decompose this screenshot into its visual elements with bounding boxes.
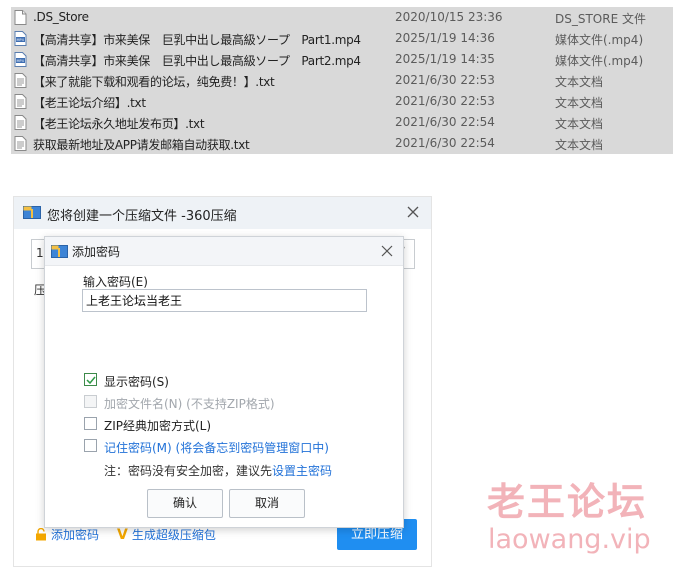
encrypt-filenames-checkbox [84, 395, 97, 408]
v-badge-icon: V [117, 527, 128, 543]
lock-icon [36, 528, 46, 541]
text-file-icon [14, 115, 27, 130]
password-input[interactable] [82, 289, 367, 312]
password-input-label: 输入密码(E) [83, 275, 148, 289]
check-icon [86, 376, 96, 385]
file-name: 【老王论坛永久地址发布页】.txt [33, 117, 205, 131]
remember-password-label: 记住密码(M) (将会备忘到密码管理窗口中) [104, 441, 329, 455]
file-name: 【高清共享】市来美保 巨乳中出し最高級ソープ Part2.mp4 [33, 54, 361, 68]
file-type: 媒体文件(.mp4) [555, 33, 644, 47]
file-date: 2021/6/30 22:53 [395, 73, 495, 87]
file-row-txt-app[interactable]: 获取最新地址及APP请发邮箱自动获取.txt 2021/6/30 22:54 文… [11, 133, 673, 154]
add-password-dialog: 添加密码 输入密码(E) 显示密码(S) 加密文件名(N) (不支持ZIP格式)… [44, 236, 404, 528]
svg-text:MP4: MP4 [17, 38, 25, 42]
file-name: 【老王论坛介绍】.txt [33, 96, 146, 110]
file-name: 【来了就能下载和观看的论坛，纯免费！】.txt [33, 75, 275, 89]
close-icon[interactable] [380, 244, 394, 258]
archive-path-value: 1 [36, 246, 44, 260]
file-name: .DS_Store [33, 10, 89, 24]
close-icon[interactable] [405, 204, 421, 220]
zip-classic-label: ZIP经典加密方式(L) [104, 419, 212, 433]
compress-dialog-title: 您将创建一个压缩文件 -360压缩 [47, 209, 237, 224]
file-date: 2025/1/19 14:35 [395, 52, 495, 66]
mp4-file-icon: MP4 [14, 31, 27, 46]
file-name: 【高清共享】市来美保 巨乳中出し最高級ソープ Part1.mp4 [33, 33, 361, 47]
remember-password-checkbox[interactable] [84, 439, 97, 452]
file-list: .DS_Store 2020/10/15 23:36 DS_STORE 文件 M… [11, 7, 673, 154]
file-row-txt-free-forum[interactable]: 【来了就能下载和观看的论坛，纯免费！】.txt 2021/6/30 22:53 … [11, 70, 673, 91]
file-row-mp4-part1[interactable]: MP4 【高清共享】市来美保 巨乳中出し最高級ソープ Part1.mp4 202… [11, 28, 673, 49]
file-date: 2021/6/30 22:53 [395, 94, 495, 108]
add-password-titlebar[interactable]: 添加密码 [45, 237, 403, 266]
security-note-text: 注：密码没有安全加密，建议先 [104, 464, 273, 478]
security-note: 注：密码没有安全加密，建议先设置主密码 [104, 462, 332, 479]
archive-app-icon [51, 245, 68, 258]
file-date: 2025/1/19 14:36 [395, 31, 495, 45]
show-password-checkbox[interactable] [84, 373, 97, 386]
file-type: DS_STORE 文件 [555, 12, 646, 26]
super-compress-label: 生成超级压缩包 [131, 528, 216, 542]
add-password-link[interactable]: 添加密码 [35, 526, 99, 543]
confirm-button[interactable]: 确认 [147, 489, 223, 518]
add-password-title: 添加密码 [72, 245, 121, 259]
file-date: 2021/6/30 22:54 [395, 115, 495, 129]
blank-file-icon [14, 10, 27, 25]
file-row-mp4-part2[interactable]: MP4 【高清共享】市来美保 巨乳中出し最高級ソープ Part2.mp4 202… [11, 49, 673, 70]
text-file-icon [14, 94, 27, 109]
compress-dialog-titlebar[interactable]: 您将创建一个压缩文件 -360压缩 [14, 197, 431, 229]
text-file-icon [14, 73, 27, 88]
file-type: 媒体文件(.mp4) [555, 54, 644, 68]
super-compress-link[interactable]: V 生成超级压缩包 [117, 526, 216, 543]
file-type: 文本文档 [555, 138, 604, 152]
encrypt-filenames-label: 加密文件名(N) (不支持ZIP格式) [104, 397, 275, 411]
cancel-button[interactable]: 取消 [229, 489, 305, 518]
file-row-ds-store[interactable]: .DS_Store 2020/10/15 23:36 DS_STORE 文件 [11, 7, 673, 28]
file-type: 文本文档 [555, 75, 604, 89]
mp4-file-icon: MP4 [14, 52, 27, 67]
text-file-icon [14, 136, 27, 151]
add-password-label: 添加密码 [51, 528, 100, 542]
file-name: 获取最新地址及APP请发邮箱自动获取.txt [33, 138, 250, 152]
show-password-label: 显示密码(S) [104, 375, 169, 389]
watermark-chinese: 老王论坛 [487, 480, 648, 524]
svg-text:MP4: MP4 [17, 59, 25, 63]
file-type: 文本文档 [555, 117, 604, 131]
watermark-url: laowang.vip [488, 524, 651, 555]
file-row-txt-intro[interactable]: 【老王论坛介绍】.txt 2021/6/30 22:53 文本文档 [11, 91, 673, 112]
file-date: 2020/10/15 23:36 [395, 10, 503, 24]
archive-app-icon [23, 206, 41, 219]
file-type: 文本文档 [555, 96, 604, 110]
set-master-password-link[interactable]: 设置主密码 [272, 464, 332, 478]
file-date: 2021/6/30 22:54 [395, 136, 495, 150]
zip-classic-checkbox[interactable] [84, 417, 97, 430]
file-row-txt-address[interactable]: 【老王论坛永久地址发布页】.txt 2021/6/30 22:54 文本文档 [11, 112, 673, 133]
